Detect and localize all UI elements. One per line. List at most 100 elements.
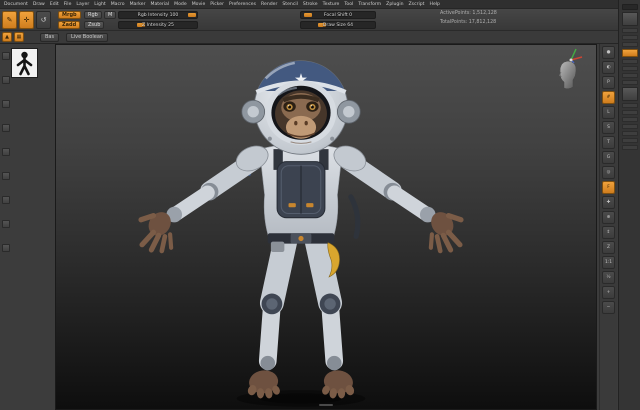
menu-item[interactable]: Stencil (282, 2, 298, 7)
tool-palette-header[interactable] (621, 4, 638, 10)
ghost-button[interactable]: G (602, 151, 615, 164)
geometry-row[interactable] (621, 80, 638, 85)
right-shelf: ● ◐ P # L S T G ◎ F ✚ ⊕ ⇕ Z 1:1 ½ + − (599, 44, 617, 410)
menu-item[interactable]: Render (261, 2, 277, 7)
solo-button[interactable]: ◎ (602, 166, 615, 179)
render-mode-button[interactable]: ◐ (602, 61, 615, 74)
zoom-in-button[interactable]: + (602, 286, 615, 299)
model-chimp-astronaut[interactable]: ★ (114, 44, 488, 410)
shelf-icon-group: ✎ ✛ ↺ (2, 11, 51, 29)
draw-size-slider[interactable]: Draw Size 64 (300, 21, 376, 29)
focal-shift-label: Focal Shift (323, 13, 348, 18)
geometry-row[interactable] (621, 73, 638, 78)
panel-row[interactable] (621, 110, 638, 115)
local-transform-button[interactable]: L (602, 106, 615, 119)
dynamic-subdiv-icon-button[interactable]: ▦ (14, 32, 24, 42)
helmet: ★ (241, 60, 361, 155)
panel-row[interactable] (621, 124, 638, 129)
live-boolean-button[interactable]: Live Boolean (66, 33, 109, 42)
transparency-button[interactable]: T (602, 136, 615, 149)
zadd-button[interactable]: Zadd (58, 21, 81, 29)
bas-button[interactable]: Bas (40, 33, 60, 42)
subtool-thumbnail[interactable] (621, 87, 638, 101)
menu-item[interactable]: Material (150, 2, 169, 7)
bpr-render-button[interactable]: ● (602, 46, 615, 59)
color-paint-icon-button[interactable]: ✛ (19, 11, 34, 29)
menu-item[interactable]: Zplugin (386, 2, 403, 7)
total-points-readout: TotalPoints: 17,812,128 (440, 20, 497, 25)
menu-item[interactable]: Stroke (303, 2, 318, 7)
make-polymesh-button[interactable] (621, 49, 638, 57)
floor-grid-button[interactable]: # (602, 91, 615, 104)
focal-shift-slider[interactable]: Focal Shift 0 (300, 11, 376, 19)
texture-thumbnail[interactable] (2, 124, 10, 132)
pick-color-button[interactable] (2, 244, 10, 252)
menu-item[interactable]: Texture (323, 2, 340, 7)
menu-item[interactable]: Movie (192, 2, 206, 7)
menu-item[interactable]: Mode (174, 2, 187, 7)
document-canvas[interactable]: ★ (55, 44, 597, 410)
switch-color-button[interactable] (2, 220, 10, 228)
actual-size-button[interactable]: 1:1 (602, 256, 615, 269)
subtool-row[interactable] (621, 35, 638, 40)
menu-item[interactable]: Zscript (409, 2, 425, 7)
history-icon-button[interactable]: ↺ (36, 11, 51, 29)
move-canvas-button[interactable]: ✚ (602, 196, 615, 209)
color-swatch[interactable] (2, 196, 10, 204)
focal-shift-value: 0 (349, 13, 353, 18)
menu-item[interactable]: Document (4, 2, 28, 7)
aa-half-button[interactable]: ½ (602, 271, 615, 284)
brush-thumbnail[interactable] (2, 52, 10, 60)
frame-button[interactable]: F (602, 181, 615, 194)
menu-item[interactable]: Light (94, 2, 105, 7)
menu-item[interactable]: Help (429, 2, 439, 7)
menu-item[interactable]: Transform (358, 2, 381, 7)
left-shelf (1, 52, 11, 268)
menu-item[interactable]: Macro (111, 2, 125, 7)
scroll-button[interactable]: ⇕ (602, 226, 615, 239)
subtool-row[interactable] (621, 28, 638, 33)
menu-item[interactable]: Edit (50, 2, 59, 7)
panel-row[interactable] (621, 138, 638, 143)
gradient-swatch[interactable] (2, 172, 10, 180)
stroke-thumbnail[interactable] (2, 76, 10, 84)
rgb-button[interactable]: Rgb (84, 11, 102, 19)
menu-item[interactable]: Picker (210, 2, 224, 7)
tray-divider-handle[interactable] (319, 404, 333, 406)
panel-row[interactable] (621, 131, 638, 136)
menubar: Document Draw Edit File Layer Light Macro Marke… (0, 0, 640, 9)
tool-preview-thumbnail[interactable] (11, 48, 38, 78)
panel-row[interactable] (621, 145, 638, 150)
zsub-button[interactable]: Zsub (84, 21, 105, 29)
menu-item[interactable]: Preferences (229, 2, 256, 7)
material-preview[interactable] (551, 57, 581, 97)
geometry-row[interactable] (621, 59, 638, 64)
panel-row[interactable] (621, 103, 638, 108)
lsym-button[interactable]: S (602, 121, 615, 134)
second-shelf-icons: ▲ ▦ (2, 32, 24, 42)
sculpt-brush-icon-button[interactable]: ✎ (2, 11, 17, 29)
second-shelf: ▲ ▦ Bas Live Boolean (0, 31, 640, 44)
menu-item[interactable]: File (64, 2, 72, 7)
panel-row[interactable] (621, 117, 638, 122)
menu-item[interactable]: Layer (76, 2, 89, 7)
menu-item[interactable]: Draw (33, 2, 45, 7)
zoom-out-button[interactable]: − (602, 301, 615, 314)
sculptris-pro-icon-button[interactable]: ▲ (2, 32, 12, 42)
alpha-thumbnail[interactable] (2, 100, 10, 108)
active-points-readout: ActivePoints: 1,512,128 (440, 11, 497, 16)
subtool-row[interactable] (621, 42, 638, 47)
active-tool-thumbnail[interactable] (621, 12, 638, 26)
rgb-intensity-slider[interactable]: Rgb Intensity 100 (118, 11, 198, 19)
material-thumbnail[interactable] (2, 148, 10, 156)
menu-item[interactable]: Tool (344, 2, 353, 7)
m-button[interactable]: M (104, 11, 117, 19)
geometry-row[interactable] (621, 66, 638, 71)
mrgb-button[interactable]: Mrgb (58, 11, 81, 19)
zoom-button[interactable]: Z (602, 241, 615, 254)
zoom3d-button[interactable]: ⊕ (602, 211, 615, 224)
rgb-intensity-label: Rgb Intensity (137, 13, 169, 18)
persp-button[interactable]: P (602, 76, 615, 89)
z-intensity-slider[interactable]: Z Intensity 25 (118, 21, 198, 29)
menu-item[interactable]: Marker (130, 2, 146, 7)
